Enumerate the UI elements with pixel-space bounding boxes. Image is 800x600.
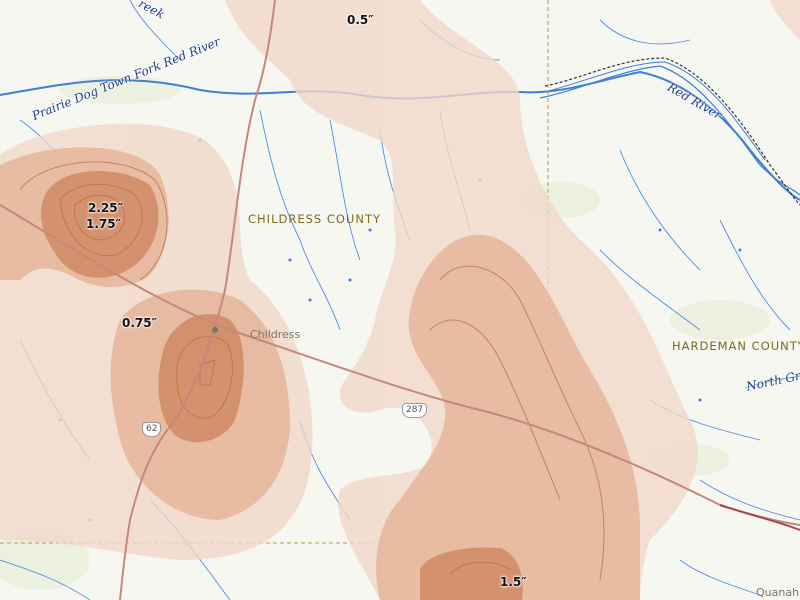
contour-label-1-75: 1.75″ [86,217,121,231]
contour-label-0-75: 0.75″ [122,316,157,330]
contour-label-2-25: 2.25″ [88,201,123,215]
contour-label-0-5: 0.5″ [347,13,374,27]
county-label-childress: CHILDRESS COUNTY [248,212,381,226]
town-label-childress: Childress [250,328,301,341]
childress-town-marker [212,327,218,333]
town-label-quanah: Quanah [756,586,800,599]
highway-shield-62: 62 [142,422,162,437]
county-label-hardeman: HARDEMAN COUNTY [672,339,800,353]
highway-shield-287: 287 [402,403,428,418]
contour-label-1-5: 1.5″ [500,575,527,589]
